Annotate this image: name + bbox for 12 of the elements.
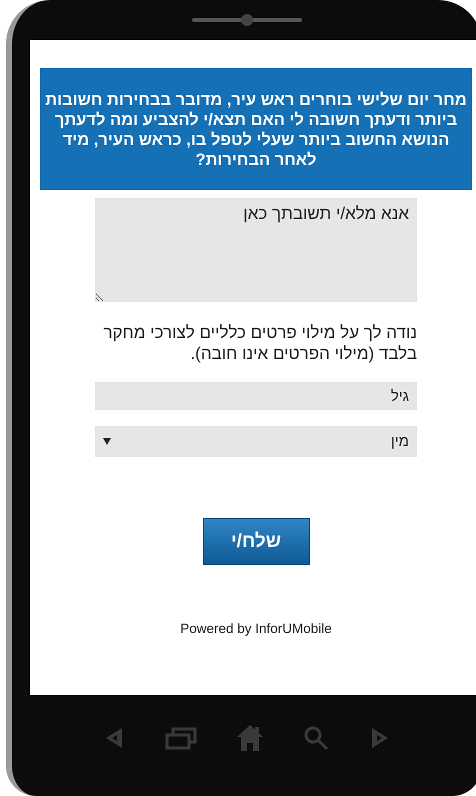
question-banner: מחר יום שלישי בוחרים ראש עיר, מדובר בבחירות חשובות ביותר ודעתך חשובה לי האם תצא/י להצביע ומה לדעתך הנושא החשוב ביותר שעלי לטפל בו, כראש העיר, מיד לאחר הבחירות? [40,68,472,190]
recent-apps-icon[interactable] [164,726,197,750]
age-field[interactable]: גיל [95,382,417,410]
send-button[interactable]: שלח/י [202,518,310,565]
speaker-icon [192,13,302,27]
search-icon[interactable] [303,724,330,750]
note-text: נודה לך על מילוי פרטים כלליים לצורכי מחקר בלבד (מילוי הפרטים אינו חובה). [102,322,417,364]
home-icon[interactable] [236,724,264,752]
footer-text: Powered by InforUMobile [180,621,332,636]
answer-field[interactable]: אנא מלא/י תשובתך כאן [95,198,417,302]
caret-icon [103,438,111,445]
gender-dropdown[interactable]: מין [95,426,417,457]
